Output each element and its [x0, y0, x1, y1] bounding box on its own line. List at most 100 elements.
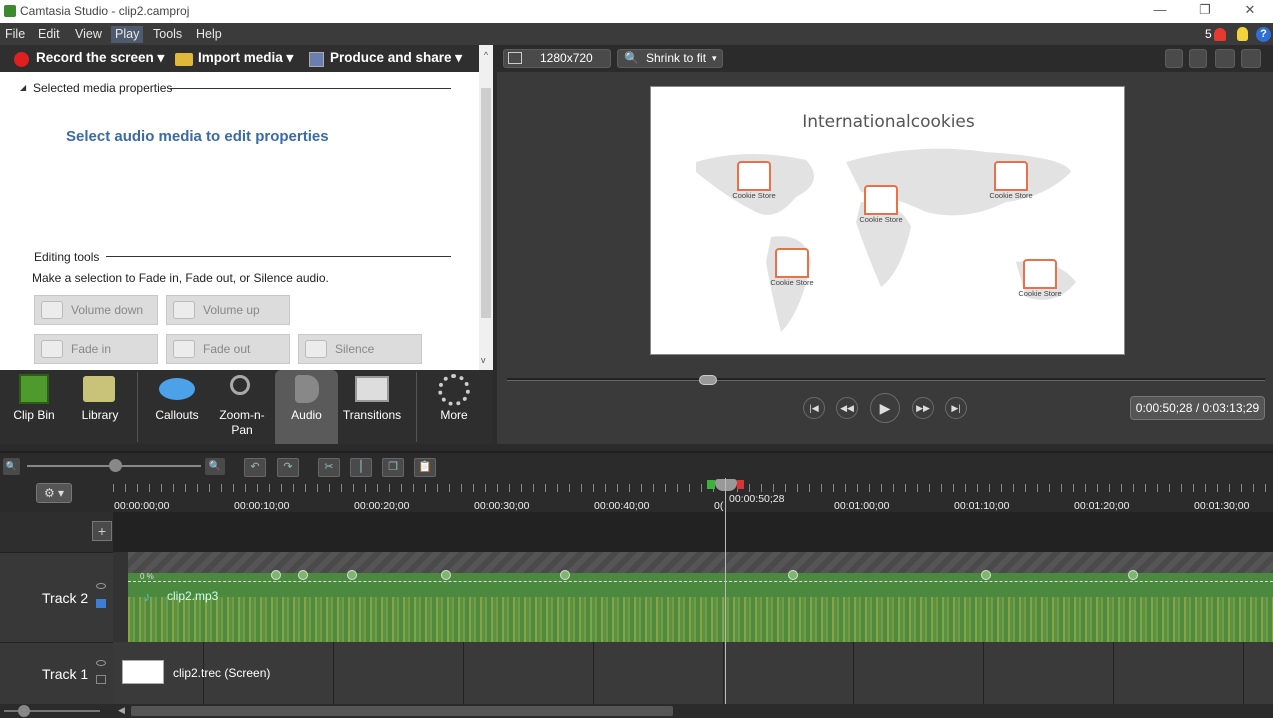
timeline-horizontal-scrollbar[interactable]: ◀: [113, 704, 1273, 718]
empty-track-area[interactable]: [113, 512, 1273, 552]
scrubber-thumb[interactable]: [699, 375, 717, 385]
split-icon[interactable]: ⎮: [350, 458, 372, 477]
timeline-ruler[interactable]: 00:00:00;00 00:00:10;00 00:00:20;00 00:0…: [113, 478, 1273, 512]
playhead-handle[interactable]: [715, 479, 737, 491]
crop-button[interactable]: [1165, 49, 1183, 68]
scrollbar-thumb[interactable]: [131, 706, 673, 716]
minimize-button[interactable]: —: [1148, 2, 1172, 20]
help-icon[interactable]: ?: [1256, 27, 1271, 42]
shop-icon: [737, 161, 771, 191]
tab-more[interactable]: More: [420, 370, 488, 444]
store-marker-asia: Cookie Store: [981, 161, 1041, 200]
silence-button[interactable]: Silence: [298, 334, 422, 364]
collapse-triangle-icon[interactable]: ◢: [20, 83, 26, 92]
audio-point[interactable]: [347, 570, 357, 580]
zoom-in-icon[interactable]: 🔍: [205, 458, 225, 475]
dimensions-dropdown[interactable]: 1280x720: [503, 49, 611, 68]
shop-icon: [864, 185, 898, 215]
tick-label: 00:00:30;00: [474, 500, 530, 512]
scroll-up-icon[interactable]: ^: [479, 45, 493, 72]
shop-icon: [775, 248, 809, 278]
volume-line[interactable]: [128, 581, 1273, 582]
skip-end-button[interactable]: ▶|: [945, 397, 967, 419]
playhead-line[interactable]: [725, 478, 726, 704]
redo-icon[interactable]: ↷: [277, 458, 299, 477]
more-icon: [438, 374, 470, 406]
produce-share-button[interactable]: Produce and share ▾: [330, 50, 462, 66]
fullscreen-button[interactable]: [1215, 49, 1235, 68]
audio-point[interactable]: [981, 570, 991, 580]
scroll-down-icon[interactable]: v: [481, 355, 486, 365]
zoom-out-icon[interactable]: 🔍: [3, 458, 20, 475]
import-media-button[interactable]: Import media ▾: [198, 50, 293, 66]
visibility-icon[interactable]: [96, 583, 106, 589]
zoom-dropdown[interactable]: 🔍 Shrink to fit ▾: [617, 49, 723, 68]
skip-start-button[interactable]: |◀: [803, 397, 825, 419]
store-marker-eu: Cookie Store: [851, 185, 911, 224]
lock-icon[interactable]: [96, 675, 106, 684]
cut-icon[interactable]: ✂: [318, 458, 340, 477]
menu-play[interactable]: Play: [111, 26, 144, 43]
folder-icon: [175, 53, 193, 66]
track-height-thumb[interactable]: [18, 705, 30, 717]
audio-point[interactable]: [560, 570, 570, 580]
audio-point[interactable]: [1128, 570, 1138, 580]
menu-tools[interactable]: Tools: [149, 26, 186, 43]
store-marker-oceania: Cookie Store: [1010, 259, 1070, 298]
detach-button[interactable]: [1241, 49, 1261, 68]
audio-point[interactable]: [441, 570, 451, 580]
add-track-button[interactable]: +: [92, 521, 112, 541]
zoom-slider-thumb[interactable]: [109, 459, 122, 472]
speaker-icon: [295, 375, 319, 403]
rewind-button[interactable]: ◀◀: [836, 397, 858, 419]
track-1-header[interactable]: Track 1: [0, 642, 113, 704]
lightbulb-icon[interactable]: [1237, 27, 1248, 41]
lock-icon[interactable]: [96, 599, 106, 608]
magnifier-icon: [230, 375, 250, 395]
track-2-header[interactable]: Track 2: [0, 552, 113, 642]
play-button[interactable]: ▶: [870, 393, 900, 423]
paste-icon[interactable]: 📋: [414, 458, 436, 477]
tab-audio[interactable]: Audio: [275, 370, 338, 444]
track-1-lane[interactable]: clip2.trec (Screen): [113, 642, 1273, 704]
maximize-button[interactable]: ❐: [1193, 2, 1217, 20]
track-height-slider[interactable]: [0, 704, 113, 718]
menu-edit[interactable]: Edit: [34, 26, 64, 43]
audio-point[interactable]: [271, 570, 281, 580]
store-marker-na: Cookie Store: [724, 161, 784, 200]
menu-help[interactable]: Help: [192, 26, 226, 43]
fast-forward-button[interactable]: ▶▶: [912, 397, 934, 419]
video-canvas[interactable]: Internationalcookies Cookie Store Cookie…: [650, 86, 1125, 355]
film-icon: [309, 52, 324, 67]
bell-icon[interactable]: [1214, 28, 1226, 41]
close-button[interactable]: ✕: [1238, 2, 1262, 20]
copy-icon[interactable]: ❐: [382, 458, 404, 477]
fade-in-button[interactable]: Fade in: [34, 334, 158, 364]
menu-file[interactable]: File: [1, 26, 29, 43]
selection-start-marker[interactable]: [707, 480, 715, 489]
menu-view[interactable]: View: [71, 26, 106, 43]
tab-transitions[interactable]: Transitions: [338, 370, 406, 444]
visibility-icon[interactable]: [96, 660, 106, 666]
record-screen-button[interactable]: Record the screen ▾: [36, 50, 164, 66]
tab-library[interactable]: Library: [68, 370, 132, 444]
preview-scrubber[interactable]: [507, 378, 1265, 381]
volume-down-button[interactable]: Volume down: [34, 295, 158, 325]
audio-point[interactable]: [298, 570, 308, 580]
audio-point[interactable]: [788, 570, 798, 580]
tab-callouts[interactable]: Callouts: [145, 370, 209, 444]
scroll-left-icon[interactable]: ◀: [118, 705, 125, 716]
undo-icon[interactable]: ↶: [244, 458, 266, 477]
selection-end-marker[interactable]: [737, 480, 744, 489]
hand-pan-button[interactable]: [1189, 49, 1207, 68]
volume-up-button[interactable]: Volume up: [166, 295, 290, 325]
tab-zoom-n-pan[interactable]: Zoom-n-Pan: [210, 370, 274, 444]
fade-out-button[interactable]: Fade out: [166, 334, 290, 364]
properties-message: Select audio media to edit properties: [66, 128, 329, 145]
properties-scrollbar[interactable]: v: [479, 72, 493, 370]
scrollbar-thumb[interactable]: [481, 88, 491, 318]
gear-icon[interactable]: ⚙ ▾: [36, 483, 72, 503]
menu-bar: File Edit View Play Tools Help 5 ?: [0, 23, 1273, 45]
tab-clip-bin[interactable]: Clip Bin: [0, 370, 68, 444]
audio-clip[interactable]: 0 % ♪ clip2.mp3: [128, 570, 1273, 642]
